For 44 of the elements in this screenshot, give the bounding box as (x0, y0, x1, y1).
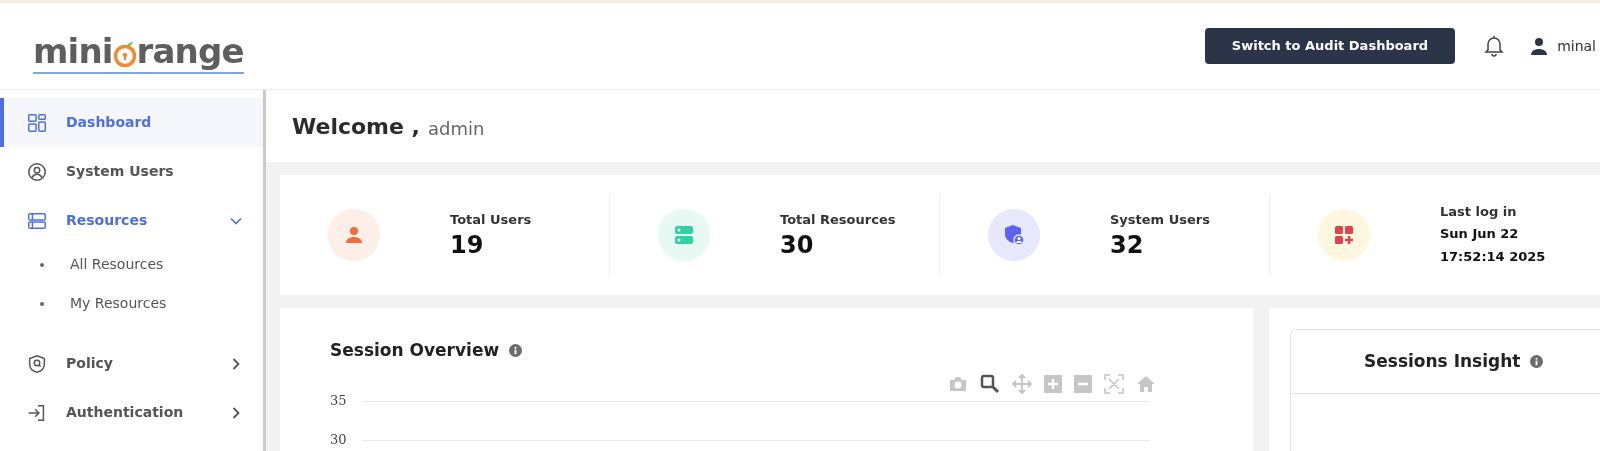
user-menu[interactable]: minal (1529, 35, 1596, 57)
user-circle-icon (26, 160, 48, 183)
zoom-in-icon[interactable] (1044, 374, 1062, 393)
stat-value: 32 (1110, 229, 1145, 260)
notification-bell-icon[interactable] (1483, 34, 1506, 58)
bullet-icon (40, 262, 44, 267)
panel-title: Session Overview (330, 339, 500, 362)
logo-text: range (136, 34, 244, 68)
switch-dashboard-button[interactable]: Switch to Audit Dashboard (1204, 28, 1456, 64)
autoscale-icon[interactable] (1104, 373, 1124, 394)
stat-label: Total Users (450, 211, 532, 230)
home-icon[interactable] (1136, 374, 1156, 393)
sidebar-item[interactable]: Authentication (0, 388, 263, 437)
sidebar-subitem[interactable]: All Resources (0, 245, 263, 284)
stat-label: Last log in (1440, 203, 1518, 222)
pan-icon[interactable] (1012, 373, 1032, 394)
axis-tick-label: 35 (330, 392, 348, 411)
sidebar-item[interactable]: System Users (0, 147, 263, 196)
welcome-text: Welcome , (292, 112, 420, 141)
logo-text: mini (33, 34, 113, 68)
stat-date: 17:52:14 2025 (1440, 247, 1546, 266)
panel-title: Sessions Insight (1364, 349, 1521, 373)
axis-tick-label: 30 (330, 431, 348, 450)
zoom-icon[interactable] (980, 373, 1000, 394)
shield-icon (26, 352, 48, 375)
sidebar-item[interactable]: Resources (0, 196, 263, 245)
stat-label: Total Resources (780, 211, 896, 230)
camera-icon[interactable] (948, 374, 968, 393)
bullet-icon (40, 301, 44, 306)
info-icon (509, 344, 523, 358)
stat-value: 19 (450, 229, 485, 260)
zoom-out-icon[interactable] (1074, 374, 1092, 393)
user-name: admin (427, 116, 485, 141)
sidebar-item[interactable]: Dashboard (0, 98, 263, 147)
dashboard-icon (26, 111, 48, 134)
sidebar-subitem[interactable]: My Resources (0, 284, 263, 323)
info-icon (1530, 355, 1544, 368)
stat-date: Sun Jun 22 (1440, 224, 1520, 243)
sidebar-item[interactable]: Policy (0, 339, 263, 388)
stat-value: 30 (780, 229, 815, 260)
username: minal (1557, 36, 1596, 56)
logo-lock-icon (112, 40, 137, 68)
user-avatar-icon (1529, 36, 1550, 56)
stat-label: System Users (1110, 211, 1210, 230)
